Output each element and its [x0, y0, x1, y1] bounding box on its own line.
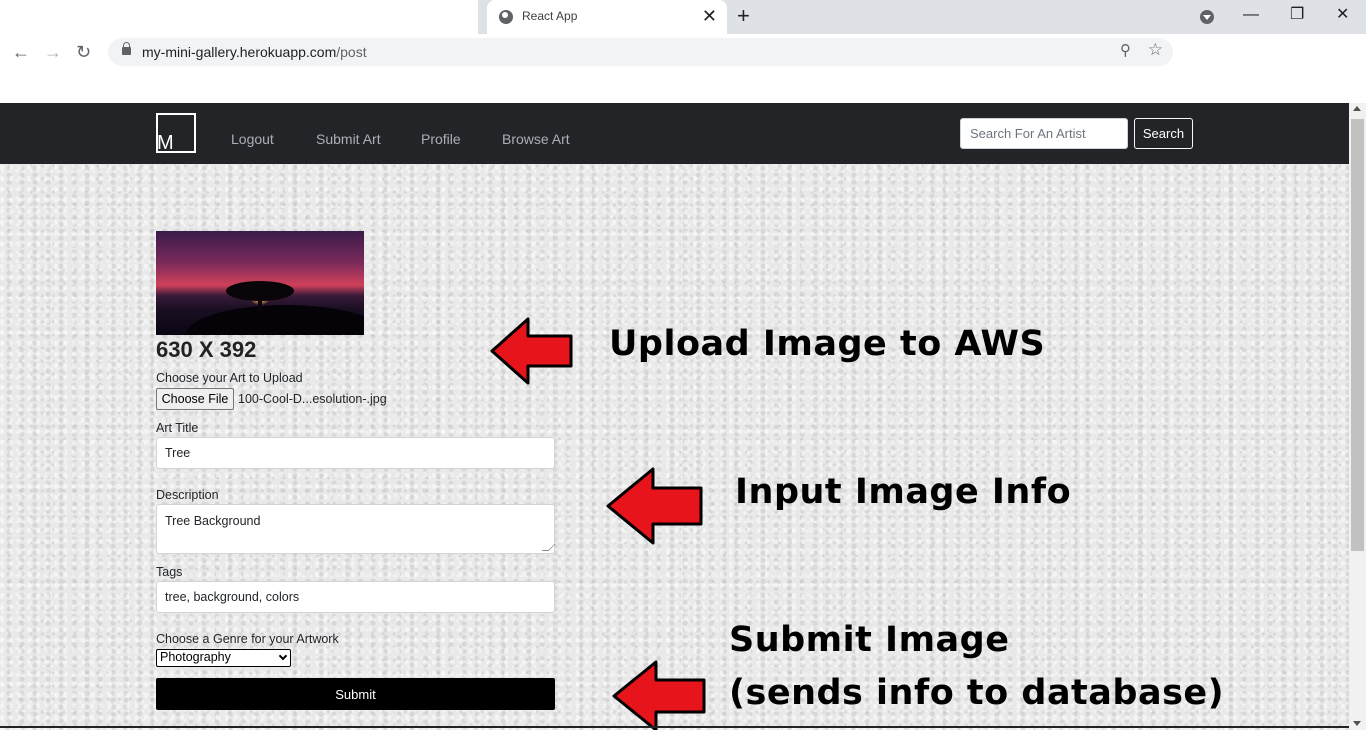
artist-search-input[interactable]: [960, 118, 1128, 149]
scroll-down-icon[interactable]: [1353, 721, 1361, 726]
left-arrow-icon: [612, 660, 706, 730]
logo-letter: M: [157, 132, 174, 154]
lock-icon[interactable]: [122, 42, 131, 55]
genre-select[interactable]: Photography: [156, 649, 291, 667]
art-title-label: Art Title: [156, 421, 199, 435]
upload-label: Choose your Art to Upload: [156, 371, 303, 385]
annotation-input-info: Input Image Info: [735, 472, 1072, 512]
description-textarea[interactable]: Tree Background: [156, 504, 556, 554]
tags-label: Tags: [156, 565, 183, 579]
description-label: Description: [156, 488, 219, 502]
nav-profile[interactable]: Profile: [421, 131, 461, 147]
left-arrow-icon: [606, 467, 703, 545]
nav-submit-art[interactable]: Submit Art: [316, 131, 381, 147]
resize-handle-icon[interactable]: [541, 544, 556, 551]
search-button[interactable]: Search: [1134, 118, 1193, 149]
choose-file-button[interactable]: Choose File: [156, 388, 234, 410]
restore-button[interactable]: ❐: [1290, 3, 1304, 27]
site-logo[interactable]: M: [156, 113, 196, 154]
vertical-scrollbar[interactable]: [1349, 103, 1366, 730]
selected-file-name: 100-Cool-D...esolution-.jpg: [238, 392, 387, 406]
inactive-tab-area[interactable]: [0, 0, 478, 34]
art-title-input[interactable]: Tree: [156, 437, 555, 469]
tab-search-icon[interactable]: [1200, 10, 1214, 24]
bookmark-star-icon[interactable]: ☆: [1148, 40, 1163, 60]
chevron-down-icon: [278, 651, 288, 661]
url-text[interactable]: my-mini-gallery.herokuapp.com/post: [142, 44, 367, 60]
image-dimensions: 630 X 392: [156, 337, 257, 362]
annotation-upload: Upload Image to AWS: [609, 324, 1046, 364]
annotation-submit-line2: (sends info to database): [729, 673, 1225, 713]
genre-selected-value: Photography: [160, 650, 231, 664]
tab-close-icon[interactable]: ✕: [702, 6, 717, 26]
submit-button[interactable]: Submit: [156, 678, 555, 710]
description-text: Tree Background: [165, 514, 261, 528]
annotation-submit-line1: Submit Image: [729, 620, 1010, 660]
browser-tab-strip: React App ✕ + — ❐ ✕: [0, 0, 1366, 34]
window-close-button[interactable]: ✕: [1336, 3, 1349, 27]
tags-input[interactable]: tree, background, colors: [156, 581, 555, 613]
tab-title: React App: [522, 9, 578, 23]
genre-label: Choose a Genre for your Artwork: [156, 632, 339, 646]
site-navbar: M Logout Submit Art Profile Browse Art S…: [0, 103, 1349, 164]
forward-button[interactable]: →: [44, 40, 62, 64]
back-button[interactable]: ←: [12, 40, 30, 64]
minimize-button[interactable]: —: [1243, 3, 1259, 27]
scrollbar-thumb[interactable]: [1351, 119, 1364, 551]
scroll-up-icon[interactable]: [1353, 106, 1361, 111]
reload-button[interactable]: ↻: [76, 40, 91, 64]
browser-toolbar: ← → ↻ my-mini-gallery.herokuapp.com/post…: [0, 34, 1366, 70]
nav-logout[interactable]: Logout: [231, 131, 274, 147]
zoom-icon[interactable]: ⚲: [1120, 41, 1131, 59]
page-viewport: M Logout Submit Art Profile Browse Art S…: [0, 103, 1366, 730]
address-bar[interactable]: my-mini-gallery.herokuapp.com/post ⚲ ☆: [108, 38, 1173, 66]
left-arrow-icon: [490, 317, 573, 385]
new-tab-button[interactable]: +: [737, 4, 750, 28]
nav-browse-art[interactable]: Browse Art: [502, 131, 570, 147]
globe-icon: [499, 10, 513, 24]
active-tab[interactable]: React App ✕: [487, 0, 727, 34]
bottom-divider: [0, 726, 1349, 728]
uploaded-image-preview: [156, 231, 364, 335]
